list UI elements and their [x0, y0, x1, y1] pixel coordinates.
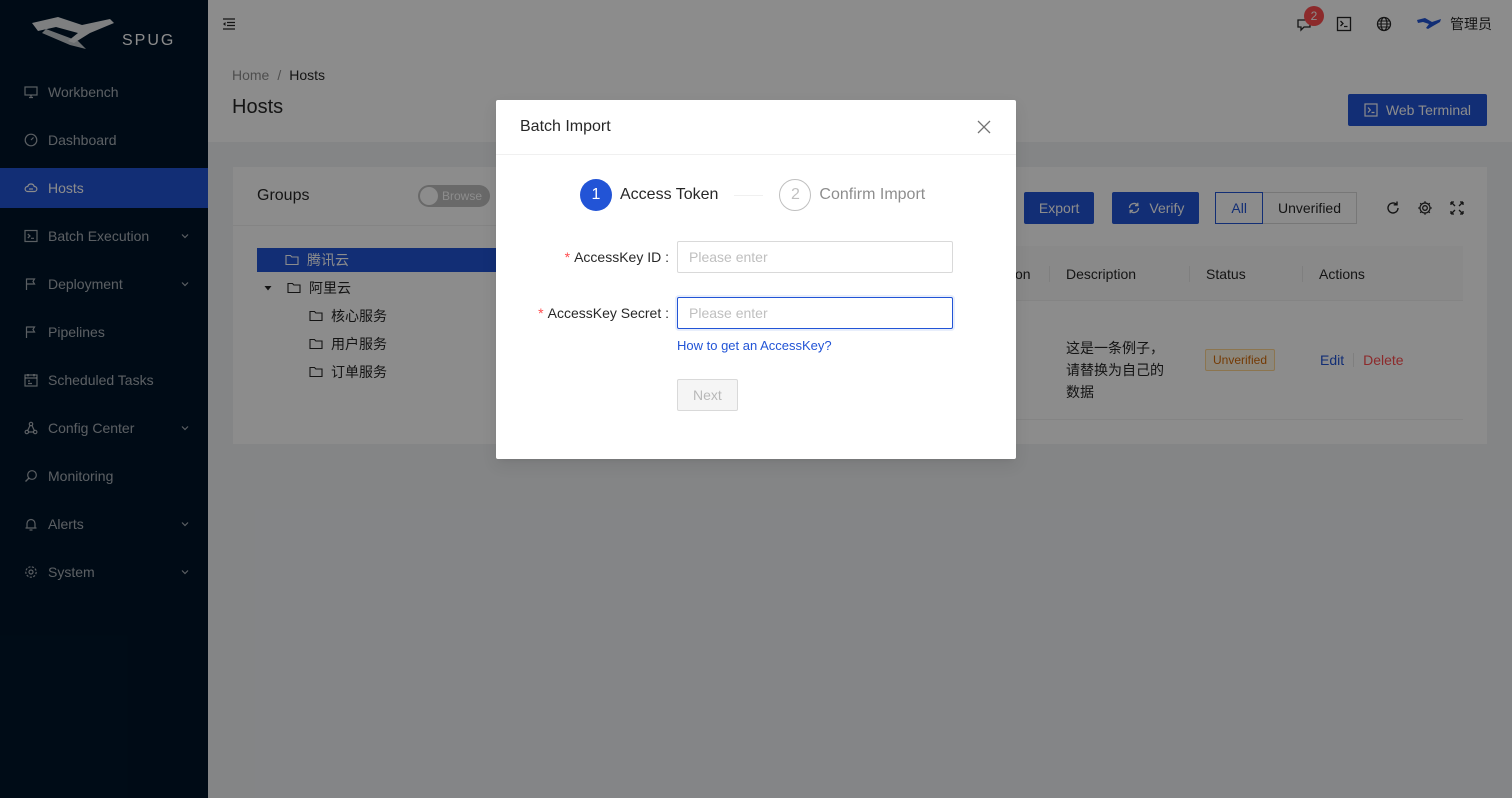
access-key-id-label: AccessKey ID	[574, 249, 662, 265]
next-button[interactable]: Next	[677, 379, 738, 411]
step-2-title: Confirm Import	[819, 186, 926, 203]
batch-import-modal: Batch Import 1 Access Token 2 Confirm Im…	[496, 100, 1016, 459]
required-mark: *	[538, 305, 544, 321]
step-2-indicator: 2	[779, 179, 812, 211]
access-key-secret-label-wrap: * AccessKey Secret :	[496, 305, 677, 321]
access-key-id-row: * AccessKey ID :	[496, 241, 1016, 273]
access-key-help-link[interactable]: How to get an AccessKey?	[677, 338, 832, 353]
access-key-secret-input[interactable]	[677, 297, 953, 329]
step-1-title: Access Token	[620, 186, 719, 203]
access-key-secret-row: * AccessKey Secret :	[496, 297, 1016, 329]
step-connector	[734, 194, 764, 196]
access-key-id-input[interactable]	[677, 241, 953, 273]
close-icon[interactable]	[976, 119, 992, 135]
access-key-id-label-wrap: * AccessKey ID :	[496, 249, 677, 265]
modal-title: Batch Import	[520, 118, 611, 135]
label-colon: :	[661, 305, 669, 321]
import-steps: 1 Access Token 2 Confirm Import	[580, 179, 925, 211]
step-1-indicator: 1	[580, 179, 612, 211]
access-key-secret-label: AccessKey Secret	[547, 305, 662, 321]
required-mark: *	[564, 249, 571, 265]
modal-header: Batch Import	[496, 100, 1016, 155]
label-colon: :	[661, 249, 669, 265]
